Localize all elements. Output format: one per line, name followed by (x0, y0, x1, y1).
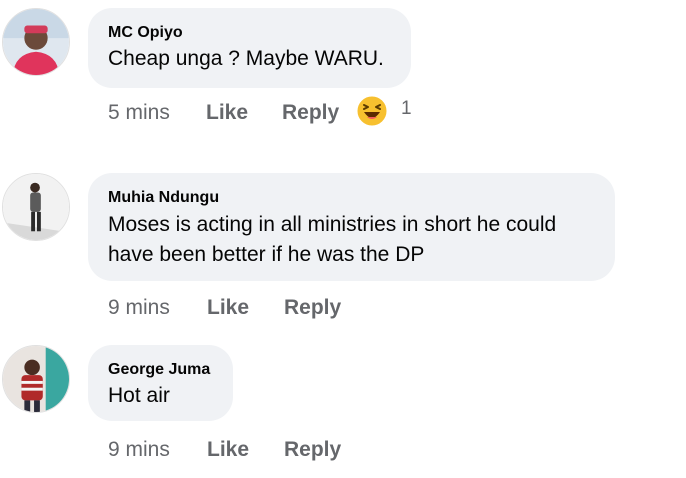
comment-author[interactable]: George Juma (108, 361, 210, 379)
comment-text: Hot air (108, 384, 170, 407)
avatar[interactable] (2, 173, 70, 241)
avatar[interactable] (2, 8, 70, 76)
like-button[interactable]: Like (206, 101, 248, 125)
user-photo (3, 346, 69, 412)
user-photo (3, 174, 69, 240)
reply-button[interactable]: Reply (284, 296, 341, 320)
like-button[interactable]: Like (207, 296, 249, 320)
user-photo (3, 9, 69, 75)
avatar[interactable] (2, 345, 70, 413)
comment-time[interactable]: 9 mins (108, 438, 170, 462)
laughing-emoji-icon[interactable] (356, 95, 388, 127)
comment-author[interactable]: MC Opiyo (108, 24, 183, 42)
like-button[interactable]: Like (207, 438, 249, 462)
reply-button[interactable]: Reply (282, 101, 339, 125)
comment-author[interactable]: Muhia Ndungu (108, 189, 219, 207)
reaction-count: 1 (401, 98, 412, 119)
reply-button[interactable]: Reply (284, 438, 341, 462)
comment-text-line: Moses is acting in all ministries in sho… (108, 213, 557, 236)
comment-time[interactable]: 5 mins (108, 101, 170, 125)
comment-text-line: have been better if he was the DP (108, 243, 425, 266)
comment-text: Cheap unga ? Maybe WARU. (108, 47, 384, 70)
comment-time[interactable]: 9 mins (108, 296, 170, 320)
